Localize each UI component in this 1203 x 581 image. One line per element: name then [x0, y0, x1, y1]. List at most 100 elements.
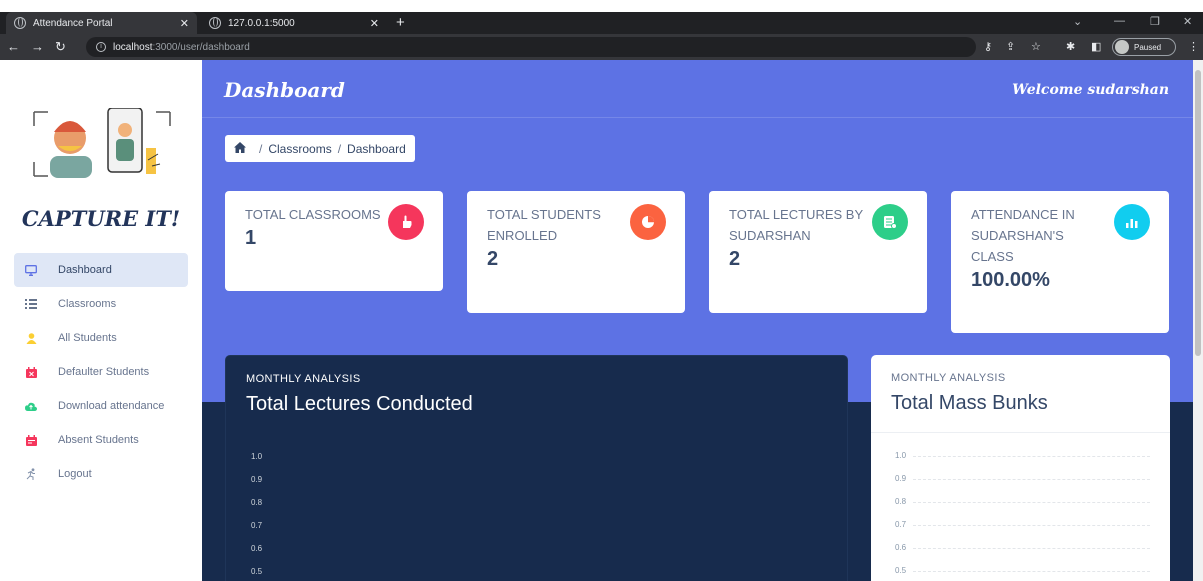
sidebar-item-download-attendance[interactable]: Download attendance — [14, 389, 188, 423]
avatar — [1115, 40, 1129, 54]
sidebar-item-defaulter-students[interactable]: Defaulter Students — [14, 355, 188, 389]
scrollbar-thumb[interactable] — [1195, 70, 1201, 356]
calendar-x-icon — [24, 365, 38, 379]
minimize-button[interactable]: — — [1114, 15, 1125, 27]
side-panel-icon[interactable]: ◧ — [1091, 40, 1101, 53]
tab-localhost-5000[interactable]: 127.0.0.1:5000 ✕ — [201, 12, 387, 34]
gridline — [913, 571, 1150, 572]
url-path: :3000/user/dashboard — [152, 41, 250, 53]
page-scrollbar[interactable] — [1193, 60, 1203, 581]
y-tick-label: 0.5 — [895, 566, 907, 575]
sidebar-item-label: Dashboard — [58, 264, 112, 276]
sidebar-item-classrooms[interactable]: Classrooms — [14, 287, 188, 321]
calendar-icon — [24, 433, 38, 447]
gridline — [913, 525, 1150, 526]
breadcrumb-classrooms[interactable]: Classrooms — [268, 142, 331, 156]
browser-window: Attendance Portal ✕ 127.0.0.1:5000 ✕ + ⌄… — [0, 0, 1203, 581]
chart-divider — [871, 432, 1170, 433]
breadcrumb: / Classrooms / Dashboard — [225, 135, 415, 162]
stat-card-attendance: ATTENDANCE IN SUDARSHAN'S CLASS 100.00% — [951, 191, 1169, 333]
extensions-icon[interactable]: ✱ — [1066, 40, 1075, 53]
logo-illustration — [33, 108, 171, 178]
sidebar-item-label: Download attendance — [58, 400, 165, 412]
gridline — [913, 548, 1150, 549]
menu-icon[interactable]: ⋮ — [1188, 40, 1199, 53]
toolbar: ← → ↻ i localhost:3000/user/dashboard ⚷ … — [0, 34, 1203, 60]
welcome-message: Welcome sudarshan — [1012, 82, 1169, 98]
y-tick-label: 1.0 — [895, 451, 907, 460]
stat-card-total-classrooms: TOTAL CLASSROOMS 1 — [225, 191, 443, 291]
chart-title: Total Mass Bunks — [891, 392, 1048, 414]
gridline — [913, 456, 1150, 457]
breadcrumb-separator: / — [259, 141, 263, 156]
stat-value: 100.00% — [971, 269, 1050, 291]
main-content: Dashboard Welcome sudarshan / Classrooms… — [202, 60, 1193, 581]
globe-icon — [209, 17, 221, 29]
reload-icon[interactable]: ↻ — [55, 39, 66, 55]
stat-label: TOTAL LECTURES BY SUDARSHAN — [729, 207, 863, 243]
sidebar-item-label: All Students — [58, 332, 117, 344]
chart-title: Total Lectures Conducted — [246, 393, 473, 415]
gridline — [913, 479, 1150, 480]
page-title: Dashboard — [224, 78, 345, 102]
sidebar: CAPTURE IT! Dashboard Classrooms All Stu… — [0, 60, 202, 581]
sidebar-item-label: Classrooms — [58, 298, 117, 310]
monitor-icon — [24, 263, 38, 277]
globe-icon — [14, 17, 26, 29]
list-icon — [24, 297, 38, 311]
tab-search-icon[interactable]: ⌄ — [1073, 15, 1082, 28]
tab-attendance-portal[interactable]: Attendance Portal ✕ — [6, 12, 197, 34]
gridline — [913, 502, 1150, 503]
y-tick-label: 0.5 — [251, 567, 263, 576]
y-tick-label: 0.8 — [895, 497, 907, 506]
stat-value: 2 — [729, 248, 741, 270]
tab-title: 127.0.0.1:5000 — [228, 17, 295, 29]
sidebar-item-absent-students[interactable]: Absent Students — [14, 423, 188, 457]
back-icon[interactable]: ← — [7, 39, 20, 54]
welcome-prefix: Welcome — [1012, 82, 1083, 98]
home-icon[interactable] — [234, 141, 246, 156]
tab-title: Attendance Portal — [33, 17, 113, 29]
forward-icon[interactable]: → — [31, 39, 44, 54]
bookmark-star-icon[interactable]: ☆ — [1031, 40, 1041, 53]
stat-card-lectures: TOTAL LECTURES BY SUDARSHAN 2 — [709, 191, 927, 313]
y-tick-label: 0.6 — [895, 543, 907, 552]
cloud-upload-icon — [24, 399, 38, 413]
profile-status: Paused — [1134, 42, 1162, 52]
sidebar-nav: Dashboard Classrooms All Students Defaul… — [14, 253, 188, 491]
brand-name: CAPTURE IT! — [21, 206, 181, 231]
stat-label: ATTENDANCE IN SUDARSHAN'S CLASS — [971, 207, 1075, 264]
stat-label: TOTAL CLASSROOMS — [245, 207, 381, 222]
sidebar-item-logout[interactable]: Logout — [14, 457, 188, 491]
sidebar-item-label: Defaulter Students — [58, 366, 150, 378]
sidebar-item-dashboard[interactable]: Dashboard — [14, 253, 188, 287]
header-divider — [202, 117, 1193, 118]
profile-button[interactable]: Paused — [1112, 38, 1176, 56]
y-tick-label: 1.0 — [251, 452, 263, 461]
restore-button[interactable]: ❐ — [1150, 15, 1160, 28]
sidebar-item-label: Logout — [58, 468, 92, 480]
chart-subtitle: MONTHLY ANALYSIS — [891, 372, 1006, 384]
user-icon — [24, 331, 38, 345]
tab-bar: Attendance Portal ✕ 127.0.0.1:5000 ✕ + ⌄… — [0, 12, 1203, 34]
close-tab-icon[interactable]: ✕ — [180, 17, 189, 30]
stat-card-students-enrolled: TOTAL STUDENTS ENROLLED 2 — [467, 191, 685, 313]
new-tab-button[interactable]: + — [396, 14, 405, 31]
pie-chart-icon — [630, 204, 666, 240]
sidebar-item-label: Absent Students — [58, 434, 139, 446]
close-window-button[interactable]: ✕ — [1183, 15, 1192, 28]
y-tick-label: 0.7 — [895, 520, 907, 529]
password-key-icon[interactable]: ⚷ — [984, 40, 992, 53]
breadcrumb-separator: / — [337, 141, 342, 156]
close-tab-icon[interactable]: ✕ — [370, 17, 379, 30]
site-info-icon[interactable]: i — [96, 42, 106, 52]
sidebar-item-all-students[interactable]: All Students — [14, 321, 188, 355]
y-tick-label: 0.6 — [251, 544, 263, 553]
database-icon — [872, 204, 908, 240]
chart-total-lectures: MONTHLY ANALYSIS Total Lectures Conducte… — [225, 355, 848, 581]
share-icon[interactable]: ⇪ — [1006, 40, 1015, 53]
address-bar[interactable]: i localhost:3000/user/dashboard — [86, 37, 976, 57]
page: CAPTURE IT! Dashboard Classrooms All Stu… — [0, 60, 1203, 581]
running-person-icon — [24, 467, 38, 481]
bar-chart-icon — [1114, 204, 1150, 240]
